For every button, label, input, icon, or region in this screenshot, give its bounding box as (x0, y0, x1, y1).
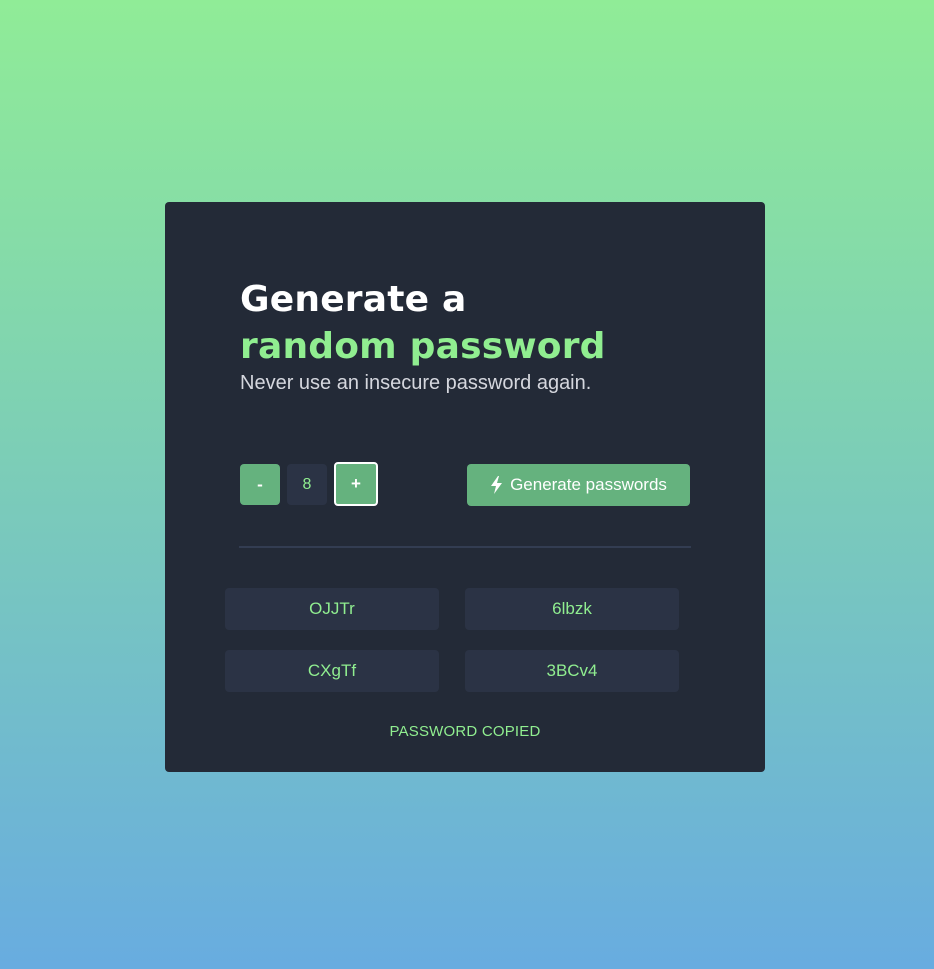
controls-row: - 8 + Generate passwords (240, 462, 690, 506)
increase-length-button[interactable]: + (334, 462, 378, 506)
bolt-icon (490, 476, 503, 494)
page-title: Generate a random password (240, 276, 606, 370)
copied-status: PASSWORD COPIED (389, 723, 541, 740)
title-line-2: random password (240, 326, 606, 367)
password-generator-card: Generate a random password Never use an … (165, 202, 765, 772)
subtitle: Never use an insecure password again. (240, 372, 592, 394)
generate-passwords-button[interactable]: Generate passwords (467, 464, 690, 506)
divider (239, 546, 691, 548)
title-line-1: Generate a (240, 279, 467, 320)
generate-passwords-label: Generate passwords (510, 475, 667, 494)
decrease-length-button[interactable]: - (240, 464, 280, 505)
password-item[interactable]: OJJTr (225, 588, 439, 630)
length-value: 8 (287, 464, 327, 505)
password-item[interactable]: 6lbzk (465, 588, 679, 630)
password-item[interactable]: CXgTf (225, 650, 439, 692)
password-item[interactable]: 3BCv4 (465, 650, 679, 692)
